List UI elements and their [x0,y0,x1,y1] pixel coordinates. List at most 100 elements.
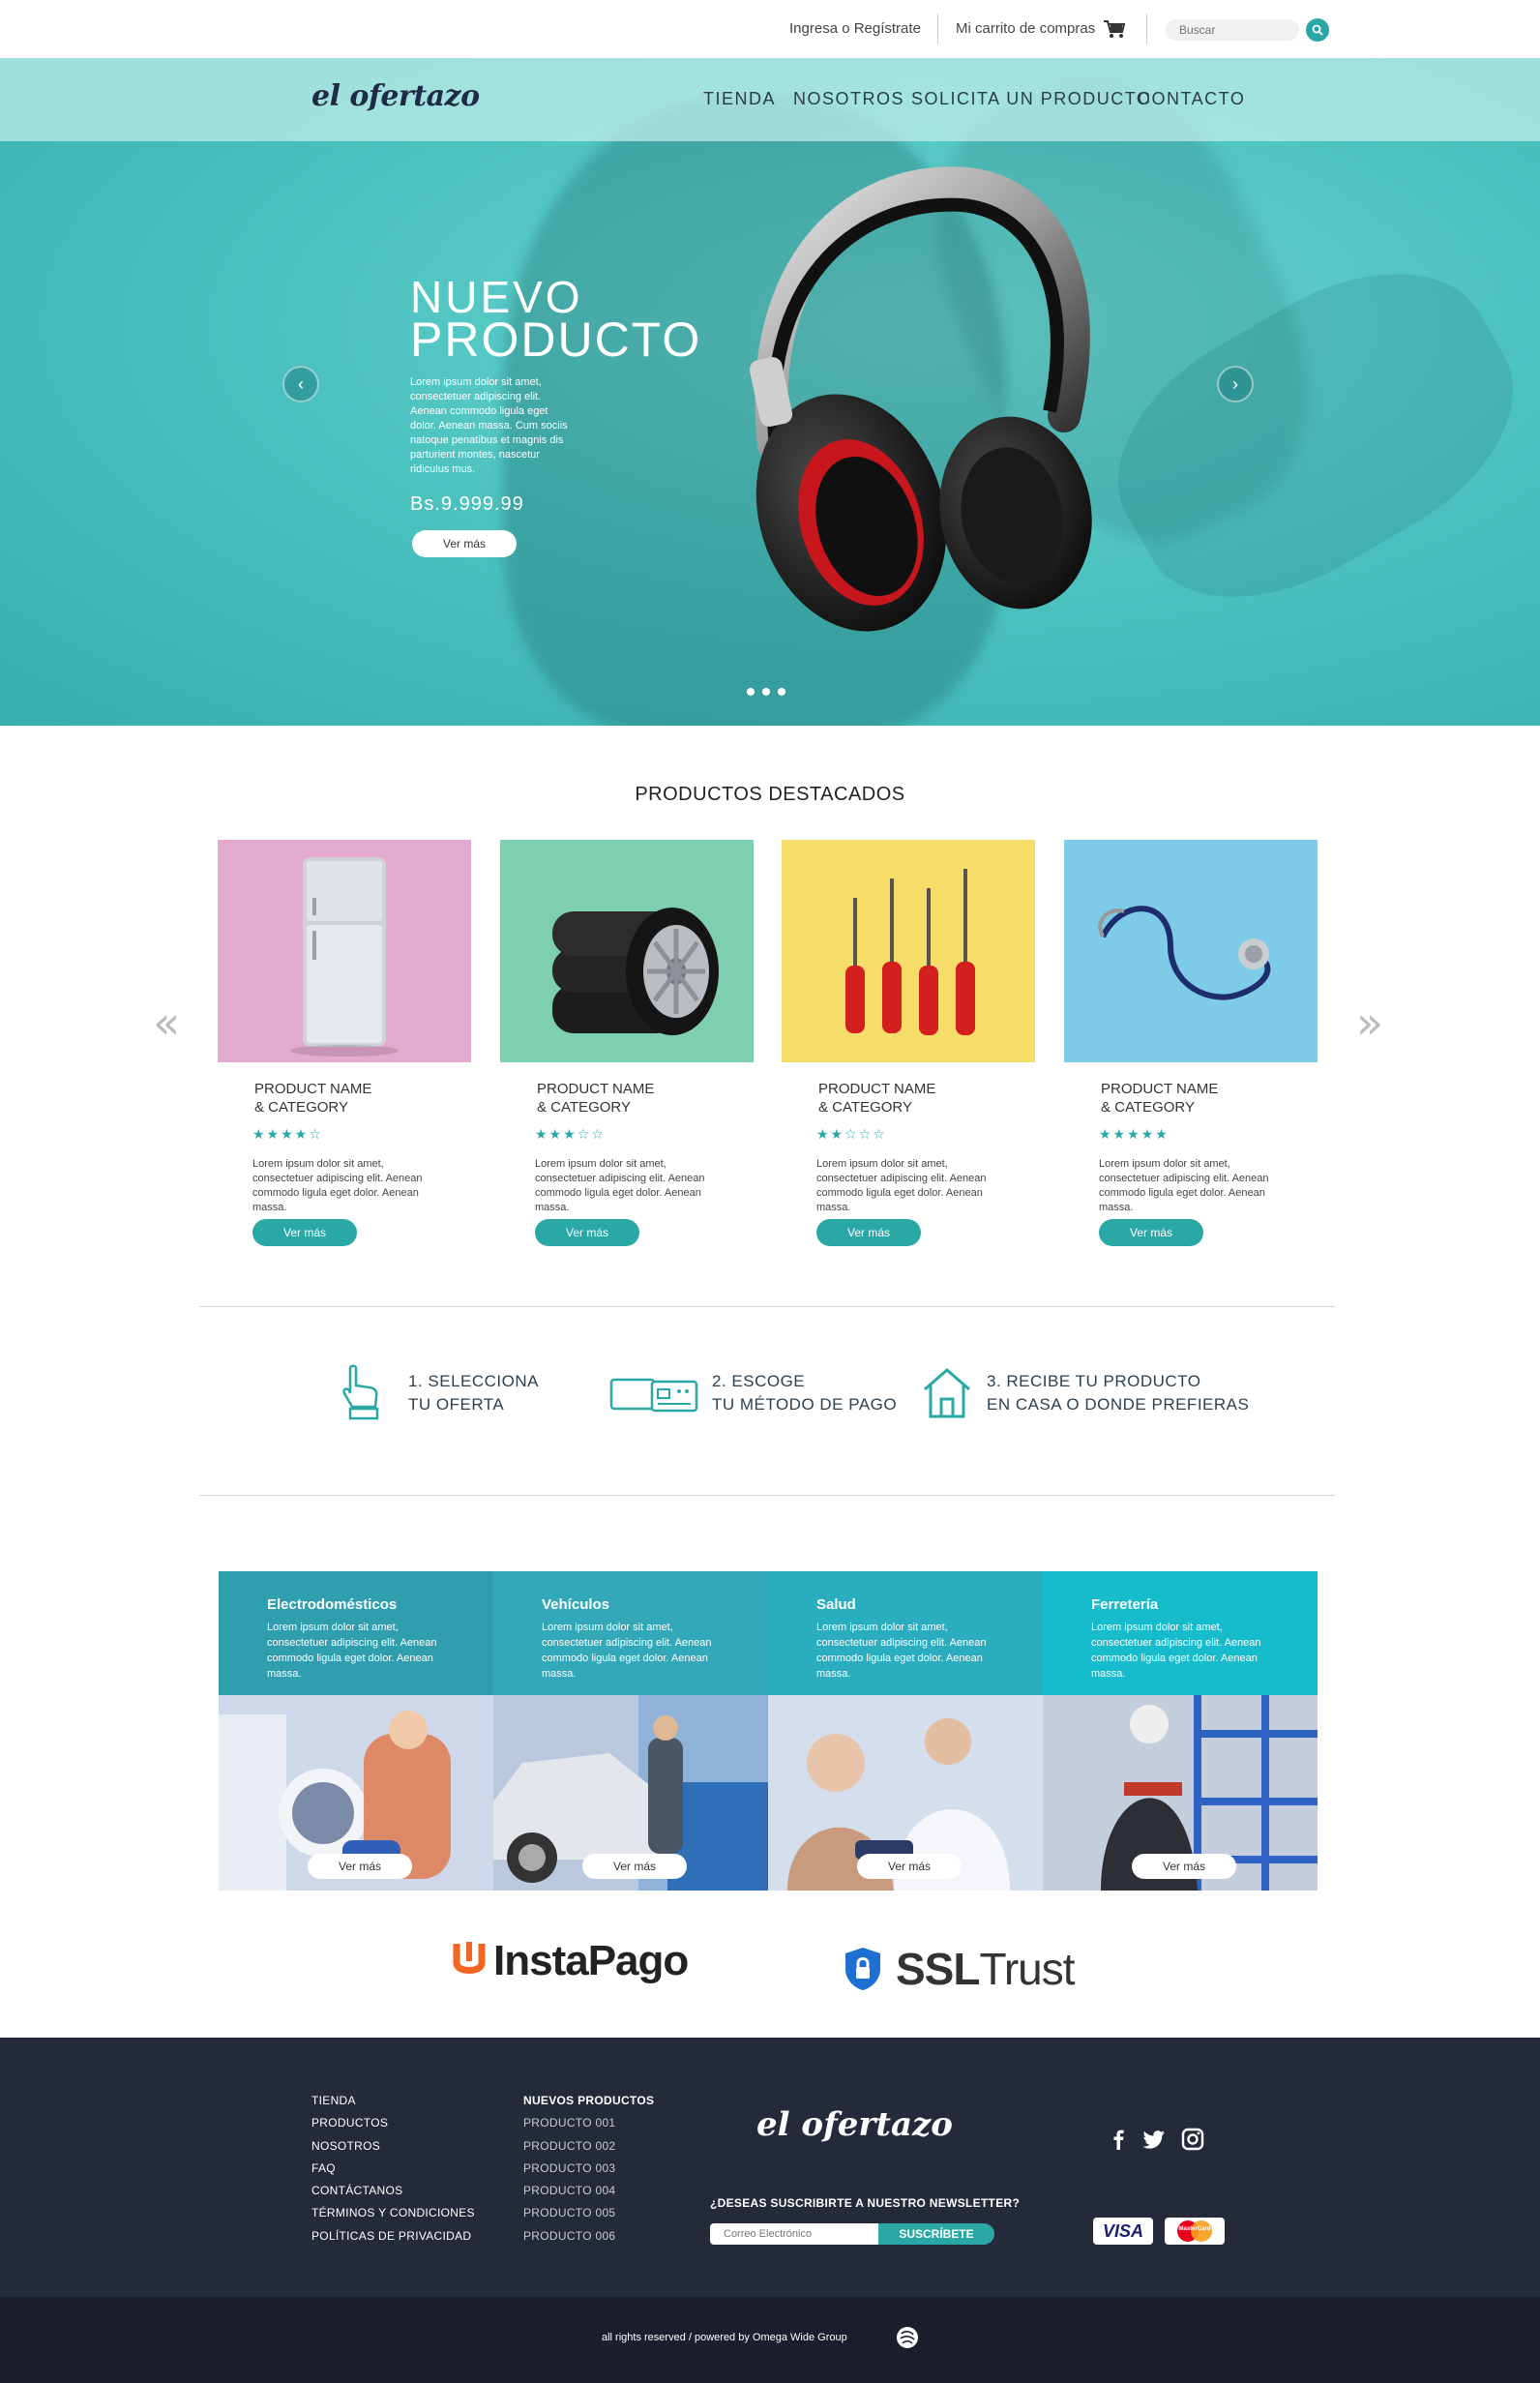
new-product-link[interactable]: PRODUCTO 004 [523,2180,654,2202]
footer-link-privacidad[interactable]: POLÍTICAS DE PRIVACIDAD [311,2225,475,2248]
new-product-link[interactable]: PRODUCTO 005 [523,2202,654,2224]
product-name: PRODUCT NAME & CATEGORY [1101,1081,1219,1116]
product-ver-mas-button[interactable]: Ver más [535,1219,639,1246]
product-card[interactable]: PRODUCT NAME & CATEGORY ★★☆☆☆ Lorem ipsum… [782,840,1035,1246]
new-product-link[interactable]: PRODUCTO 001 [523,2112,654,2134]
omega-wide-group-icon [897,2327,918,2348]
hero-ver-mas-button[interactable]: Ver más [412,530,517,557]
step-select-offer: 1. SELECCIONA TU OFERTA [337,1364,539,1422]
category-description: Lorem ipsum dolor sit amet, consectetuer… [542,1622,712,1680]
new-product-link[interactable]: PRODUCTO 006 [523,2225,654,2248]
search-icon [1312,24,1323,36]
house-icon [924,1368,970,1418]
hand-pointer-icon [342,1364,379,1420]
footer-link-contactanos[interactable]: CONTÁCTANOS [311,2180,475,2202]
step-text: 1. SELECCIONA TU OFERTA [408,1372,539,1414]
footer-logo[interactable]: el ofertazo [756,2105,953,2144]
chevron-left-icon: ‹ [298,373,304,394]
section-divider [199,1306,1335,1307]
rating-stars: ★★★★☆ [252,1126,323,1142]
product-card[interactable]: PRODUCT NAME & CATEGORY ★★★★☆ Lorem ipsum… [218,840,471,1246]
twitter-icon[interactable] [1141,2127,1167,2152]
visa-text: VISA [1102,2220,1143,2241]
slide-dot[interactable] [747,688,755,696]
newsletter-question: ¿DESEAS SUSCRIBIRTE A NUESTRO NEWSLETTER… [710,2196,1021,2210]
product-name: PRODUCT NAME & CATEGORY [254,1081,372,1116]
category-title: Salud [816,1596,856,1613]
instapago-logo: InstaPago [453,1937,689,1985]
rating-stars: ★★★☆☆ [535,1126,606,1142]
category-ver-mas-button[interactable]: Ver más [582,1854,687,1879]
section-divider [199,1495,1335,1496]
product-card[interactable]: PRODUCT NAME & CATEGORY ★★★☆☆ Lorem ipsum… [500,840,754,1246]
instagram-icon[interactable] [1180,2127,1205,2152]
step-text: 3. RECIBE TU PRODUCTO EN CASA O DONDE PRE… [987,1372,1250,1414]
footer-links: TIENDA PRODUCTOS NOSOTROS FAQ CONTÁCTANO… [311,2090,475,2248]
nav-item-solicita-producto[interactable]: SOLICITA UN PRODUCTO [911,89,1151,109]
category-description: Lorem ipsum dolor sit amet, consectetuer… [267,1622,437,1680]
newsletter-email-input[interactable] [710,2223,878,2245]
login-register-link[interactable]: Ingresa o Regístrate [789,20,921,37]
shield-lock-icon [845,1948,880,1990]
category-card-salud[interactable]: Salud Lorem ipsum dolor sit amet, consec… [768,1571,1043,1891]
category-card-ferreteria[interactable]: Ferretería Lorem ipsum dolor sit amet, c… [1043,1571,1318,1891]
category-title: Ferretería [1091,1596,1159,1613]
footer-link-faq[interactable]: FAQ [311,2158,475,2180]
cart-icon[interactable] [1103,19,1126,39]
product-ver-mas-button[interactable]: Ver más [1099,1219,1203,1246]
ssltrust-logo: SSLTrust [844,1943,1076,1995]
rating-stars: ★★★★★ [1099,1126,1170,1142]
hero-prev-arrow[interactable]: ‹ [282,366,319,402]
hero-slide-dots [747,688,785,696]
product-image-tires[interactable] [500,840,754,1062]
footer-link-tienda[interactable]: TIENDA [311,2090,475,2112]
product-ver-mas-button[interactable]: Ver más [252,1219,357,1246]
product-ver-mas-button[interactable]: Ver más [816,1219,921,1246]
site-logo[interactable]: el ofertazo [311,79,480,113]
category-ver-mas-button[interactable]: Ver más [308,1854,412,1879]
step-text: 2. ESCOGE TU MÉTODO DE PAGO [712,1372,898,1414]
facebook-icon[interactable] [1107,2127,1132,2152]
instapago-text: InstaPago [493,1937,689,1984]
hero-description: Lorem ipsum dolor sit amet, consectetuer… [410,376,568,475]
visa-card-logo: VISA [1093,2218,1153,2245]
product-description: Lorem ipsum dolor sit amet, consectetuer… [252,1158,423,1213]
nav-item-tienda[interactable]: TIENDA [703,89,776,109]
search-button[interactable] [1306,18,1329,42]
featured-next-arrow[interactable]: » [1356,997,1383,1049]
new-products-heading: NUEVOS PRODUCTOS [523,2094,655,2107]
new-product-link[interactable]: PRODUCTO 002 [523,2135,654,2158]
category-ver-mas-button[interactable]: Ver más [857,1854,962,1879]
category-ver-mas-button[interactable]: Ver más [1132,1854,1236,1879]
mastercard-logo: MasterCard [1165,2218,1225,2245]
stethoscope-icon [1098,906,1271,1000]
new-product-link[interactable]: PRODUCTO 003 [523,2158,654,2180]
category-description: Lorem ipsum dolor sit amet, consectetuer… [816,1622,987,1680]
category-card-vehiculos[interactable]: Vehículos Lorem ipsum dolor sit amet, co… [493,1571,768,1891]
divider [1146,14,1147,45]
subscribe-button[interactable]: SUSCRÍBETE [878,2223,994,2245]
category-card-electrodomesticos[interactable]: Electrodomésticos Lorem ipsum dolor sit … [219,1571,493,1891]
search-input[interactable] [1166,19,1299,41]
payment-card-icon [609,1378,698,1413]
product-description: Lorem ipsum dolor sit amet, consectetuer… [535,1158,705,1213]
copyright-text: all rights reserved / powered by Omega W… [602,2332,847,2343]
footer-link-productos[interactable]: PRODUCTOS [311,2112,475,2134]
slide-dot[interactable] [778,688,785,696]
footer-link-terminos[interactable]: TÉRMINOS Y CONDICIONES [311,2202,475,2224]
nav-item-contacto[interactable]: CONTACTO [1138,89,1245,109]
slide-dot[interactable] [762,688,770,696]
footer-link-nosotros[interactable]: NOSOTROS [311,2135,475,2158]
rating-stars: ★★☆☆☆ [816,1126,887,1142]
featured-prev-arrow[interactable]: « [153,997,180,1049]
hero-next-arrow[interactable]: › [1217,366,1254,402]
cart-link[interactable]: Mi carrito de compras [956,20,1095,37]
nav-item-nosotros[interactable]: NOSOTROS [793,89,904,109]
product-image-stethoscope[interactable] [1064,840,1318,1062]
hero-banner: el ofertazo TIENDA NOSOTROS SOLICITA UN … [0,58,1540,726]
product-image-refrigerator[interactable] [218,840,471,1062]
mastercard-icon: MasterCard [1175,2220,1214,2242]
refrigerator-icon [290,857,399,1057]
product-card[interactable]: PRODUCT NAME & CATEGORY ★★★★★ Lorem ipsum… [1064,840,1318,1246]
product-image-screwdrivers[interactable] [782,840,1035,1062]
